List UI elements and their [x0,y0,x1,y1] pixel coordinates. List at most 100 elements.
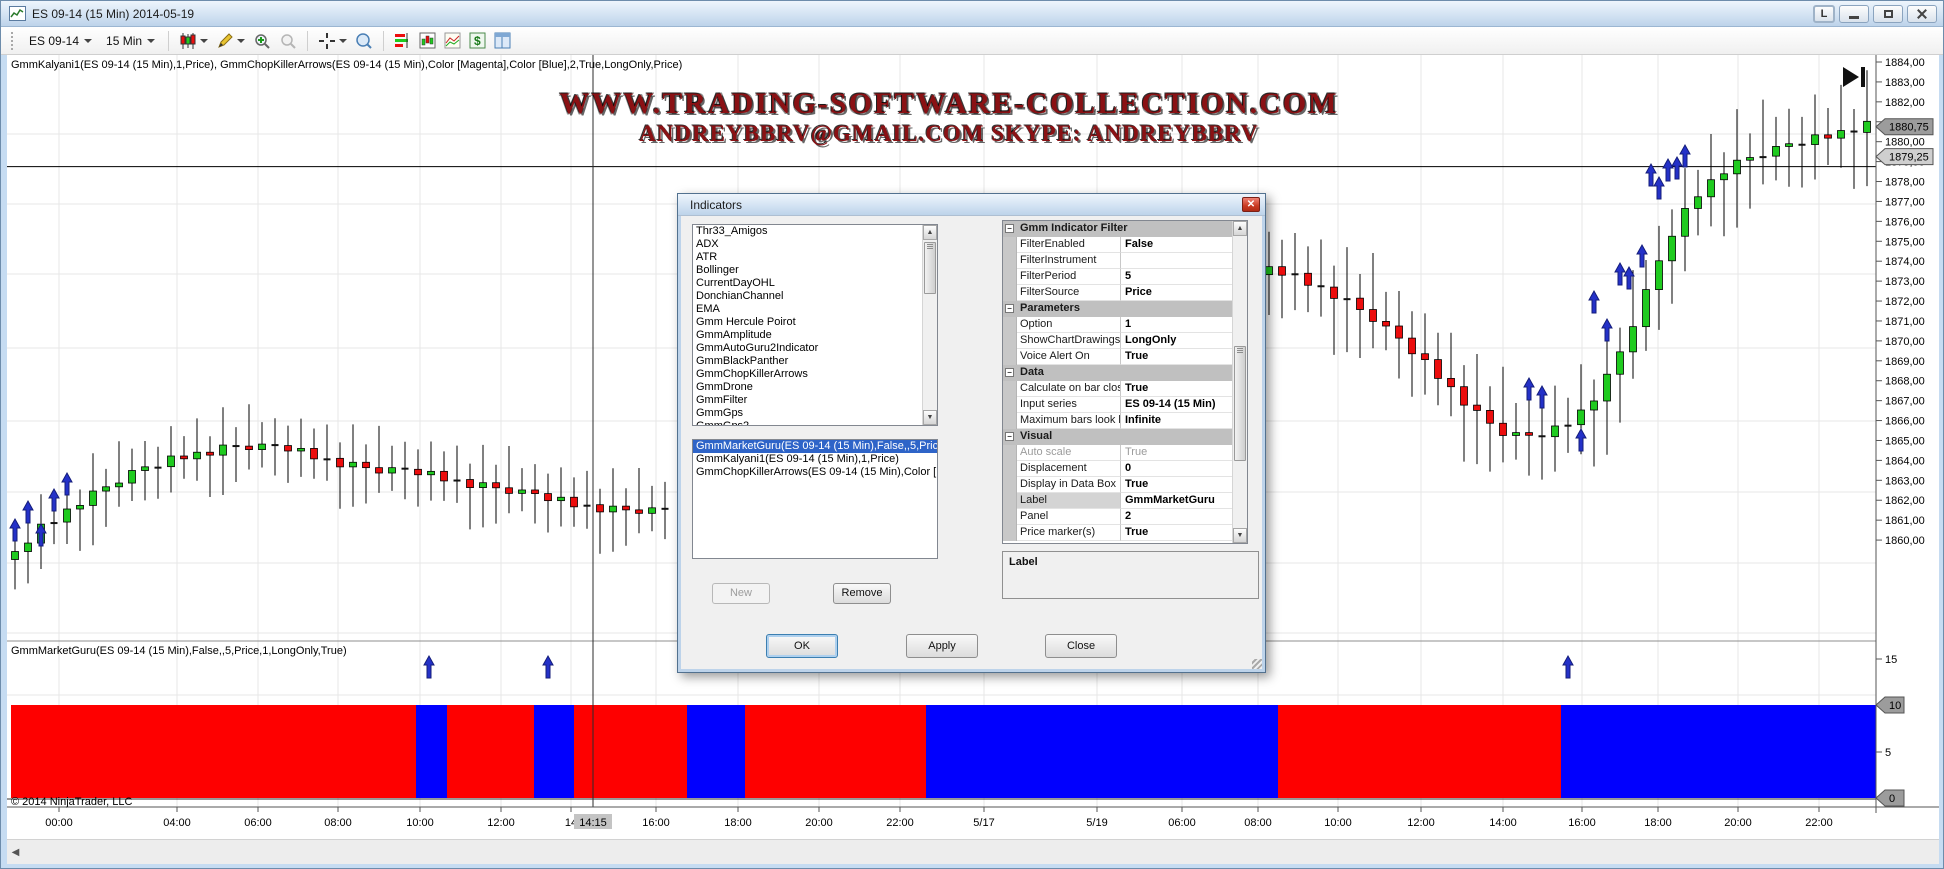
resize-grip[interactable] [1252,659,1262,669]
indicator-list-item[interactable]: CurrentDayOHL [693,277,937,290]
available-indicators-list[interactable]: ▲ ▼ Thr33_AmigosADXATRBollingerCurrentDa… [692,224,938,426]
collapse-icon[interactable]: − [1005,224,1014,233]
property-row[interactable]: Input seriesES 09-14 (15 Min) [1003,397,1233,413]
indicator-list-item[interactable]: GmmAutoGuru2Indicator [693,342,937,355]
property-row[interactable]: Auto scaleTrue [1003,445,1233,461]
apply-button[interactable]: Apply [906,634,978,658]
property-category-row[interactable]: −Data [1003,365,1233,381]
indicator-list-item[interactable]: GmmGps [693,407,937,420]
scroll-up-icon[interactable]: ▲ [1233,221,1247,236]
property-row[interactable]: Option1 [1003,317,1233,333]
applied-indicators-list[interactable]: GmmMarketGuru(ES 09-14 (15 Min),False,,5… [692,439,938,559]
property-row[interactable]: Maximum bars look backInfinite [1003,413,1233,429]
zoom-in-button[interactable] [249,29,275,53]
indicator-list-item[interactable]: GmmBlackPanther [693,355,937,368]
toolbar-grip[interactable] [11,32,16,50]
scroll-left-arrow-icon[interactable]: ◀ [7,844,24,861]
scrollbar-thumb[interactable] [1234,346,1246,461]
property-value[interactable]: Infinite [1121,413,1233,429]
candlestick [1695,197,1702,209]
collapse-icon[interactable]: − [1005,432,1014,441]
applied-indicator-item[interactable]: GmmMarketGuru(ES 09-14 (15 Min),False,,5… [693,440,937,453]
minimize-button[interactable] [1839,5,1869,23]
indicator-list-item[interactable]: GmmDrone [693,381,937,394]
property-value[interactable]: False [1121,237,1233,253]
collapse-icon[interactable]: − [1005,304,1014,313]
property-value[interactable]: 1 [1121,317,1233,333]
property-value[interactable]: True [1121,349,1233,365]
horizontal-scrollbar[interactable]: ◀ [1,839,1944,864]
dialog-close-action-button[interactable]: Close [1045,634,1117,658]
go-to-end-icon[interactable] [1861,67,1865,87]
property-value[interactable]: True [1121,381,1233,397]
property-row[interactable]: FilterSourcePrice [1003,285,1233,301]
indicator-list-item[interactable]: EMA [693,303,937,316]
property-category-row[interactable]: −Parameters [1003,301,1233,317]
indicator-list-item[interactable]: GmmChopKillerArrows [693,368,937,381]
properties-button[interactable] [490,29,515,52]
property-grid[interactable]: −Gmm Indicator FilterFilterEnabledFalseF… [1002,220,1248,544]
property-value[interactable]: 2 [1121,509,1233,525]
grid-scrollbar[interactable]: ▲ ▼ [1232,221,1247,543]
indicator-list-item[interactable]: Bollinger [693,264,937,277]
property-value[interactable]: True [1121,477,1233,493]
property-value[interactable]: True [1121,445,1233,461]
indicator-list-item[interactable]: GmmGps2 [693,420,937,426]
property-value[interactable]: ES 09-14 (15 Min) [1121,397,1233,413]
scroll-down-icon[interactable]: ▼ [923,410,937,425]
indicator-list-item[interactable]: DonchianChannel [693,290,937,303]
new-button[interactable]: New [712,583,770,604]
cursor-dropdown[interactable] [314,29,351,53]
list-scrollbar[interactable]: ▲ ▼ [922,225,937,425]
property-row[interactable]: Displacement0 [1003,461,1233,477]
scrollbar-thumb[interactable] [924,242,936,294]
property-row[interactable]: Price marker(s)True [1003,525,1233,541]
indicator-list-item[interactable]: ADX [693,238,937,251]
indicators-button[interactable] [440,29,465,52]
zoom-out-button[interactable] [275,29,301,53]
property-row[interactable]: Display in Data BoxTrue [1003,477,1233,493]
close-button[interactable] [1907,5,1937,23]
scroll-down-icon[interactable]: ▼ [1233,528,1247,543]
property-row[interactable]: FilterEnabledFalse [1003,237,1233,253]
property-row[interactable]: FilterInstrument [1003,253,1233,269]
property-row[interactable]: LabelGmmMarketGuru [1003,493,1233,509]
indicator-list-item[interactable]: GmmFilter [693,394,937,407]
data-box-button[interactable] [351,29,377,53]
chart-style-dropdown[interactable] [175,29,212,53]
interval-dropdown[interactable]: 15 Min [99,30,162,52]
ok-button[interactable]: OK [766,634,838,658]
indicator-list-item[interactable]: Thr33_Amigos [693,225,937,238]
maximize-button[interactable] [1873,5,1903,23]
dialog-close-button[interactable]: ✕ [1242,197,1260,212]
collapse-icon[interactable]: − [1005,368,1014,377]
market-analyzer-button[interactable] [390,29,415,52]
indicator-list-item[interactable]: Gmm Hercule Poirot [693,316,937,329]
indicator-list-item[interactable]: ATR [693,251,937,264]
property-category-row[interactable]: −Visual [1003,429,1233,445]
property-category-row[interactable]: −Gmm Indicator Filter [1003,221,1233,237]
trade-button[interactable]: $ [465,29,490,52]
indicator-list-item[interactable]: GmmAmplitude [693,329,937,342]
applied-indicator-item[interactable]: GmmChopKillerArrows(ES 09-14 (15 Min),Co… [693,466,937,479]
draw-tools-dropdown[interactable] [212,29,249,53]
link-button[interactable]: L [1813,5,1835,23]
property-row[interactable]: Voice Alert OnTrue [1003,349,1233,365]
remove-button[interactable]: Remove [833,583,891,604]
applied-indicator-item[interactable]: GmmKalyani1(ES 09-14 (15 Min),1,Price) [693,453,937,466]
new-chart-button[interactable] [415,29,440,52]
property-row[interactable]: ShowChartDrawingsLongOnly [1003,333,1233,349]
property-value[interactable]: 5 [1121,269,1233,285]
instrument-dropdown[interactable]: ES 09-14 [22,30,99,52]
property-value[interactable] [1121,253,1233,269]
property-value[interactable]: 0 [1121,461,1233,477]
property-value[interactable]: True [1121,525,1233,541]
scroll-up-icon[interactable]: ▲ [923,225,937,240]
property-row[interactable]: Calculate on bar closeTrue [1003,381,1233,397]
property-value[interactable]: LongOnly [1121,333,1233,349]
property-row[interactable]: Panel2 [1003,509,1233,525]
property-value[interactable]: Price [1121,285,1233,301]
property-row[interactable]: FilterPeriod5 [1003,269,1233,285]
dialog-title-bar[interactable]: Indicators ✕ [678,194,1265,216]
property-value[interactable]: GmmMarketGuru [1121,493,1233,509]
